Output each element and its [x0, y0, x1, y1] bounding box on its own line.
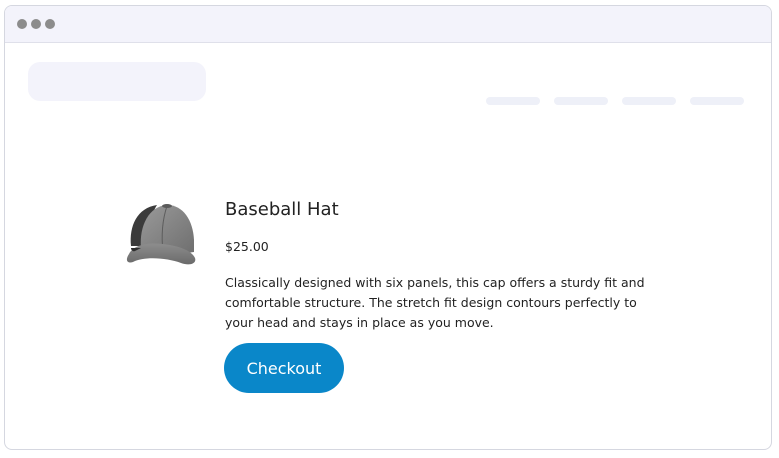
- nav-link-placeholder[interactable]: [690, 97, 744, 105]
- window-control-dot[interactable]: [17, 19, 27, 29]
- nav-link-placeholder[interactable]: [554, 97, 608, 105]
- window-control-dot[interactable]: [31, 19, 41, 29]
- window-control-dot[interactable]: [45, 19, 55, 29]
- product-price: $25.00: [225, 239, 269, 254]
- nav-link-placeholder[interactable]: [486, 97, 540, 105]
- product-description: Classically designed with six panels, th…: [225, 275, 645, 330]
- checkout-button[interactable]: Checkout: [224, 343, 344, 393]
- baseball-cap-icon: [123, 196, 197, 276]
- window-titlebar: [5, 6, 771, 43]
- browser-window: Baseball Hat $25.00 Classically designed…: [4, 5, 772, 450]
- nav-link-placeholder[interactable]: [622, 97, 676, 105]
- logo-placeholder: [28, 62, 206, 101]
- product-title: Baseball Hat: [225, 199, 339, 220]
